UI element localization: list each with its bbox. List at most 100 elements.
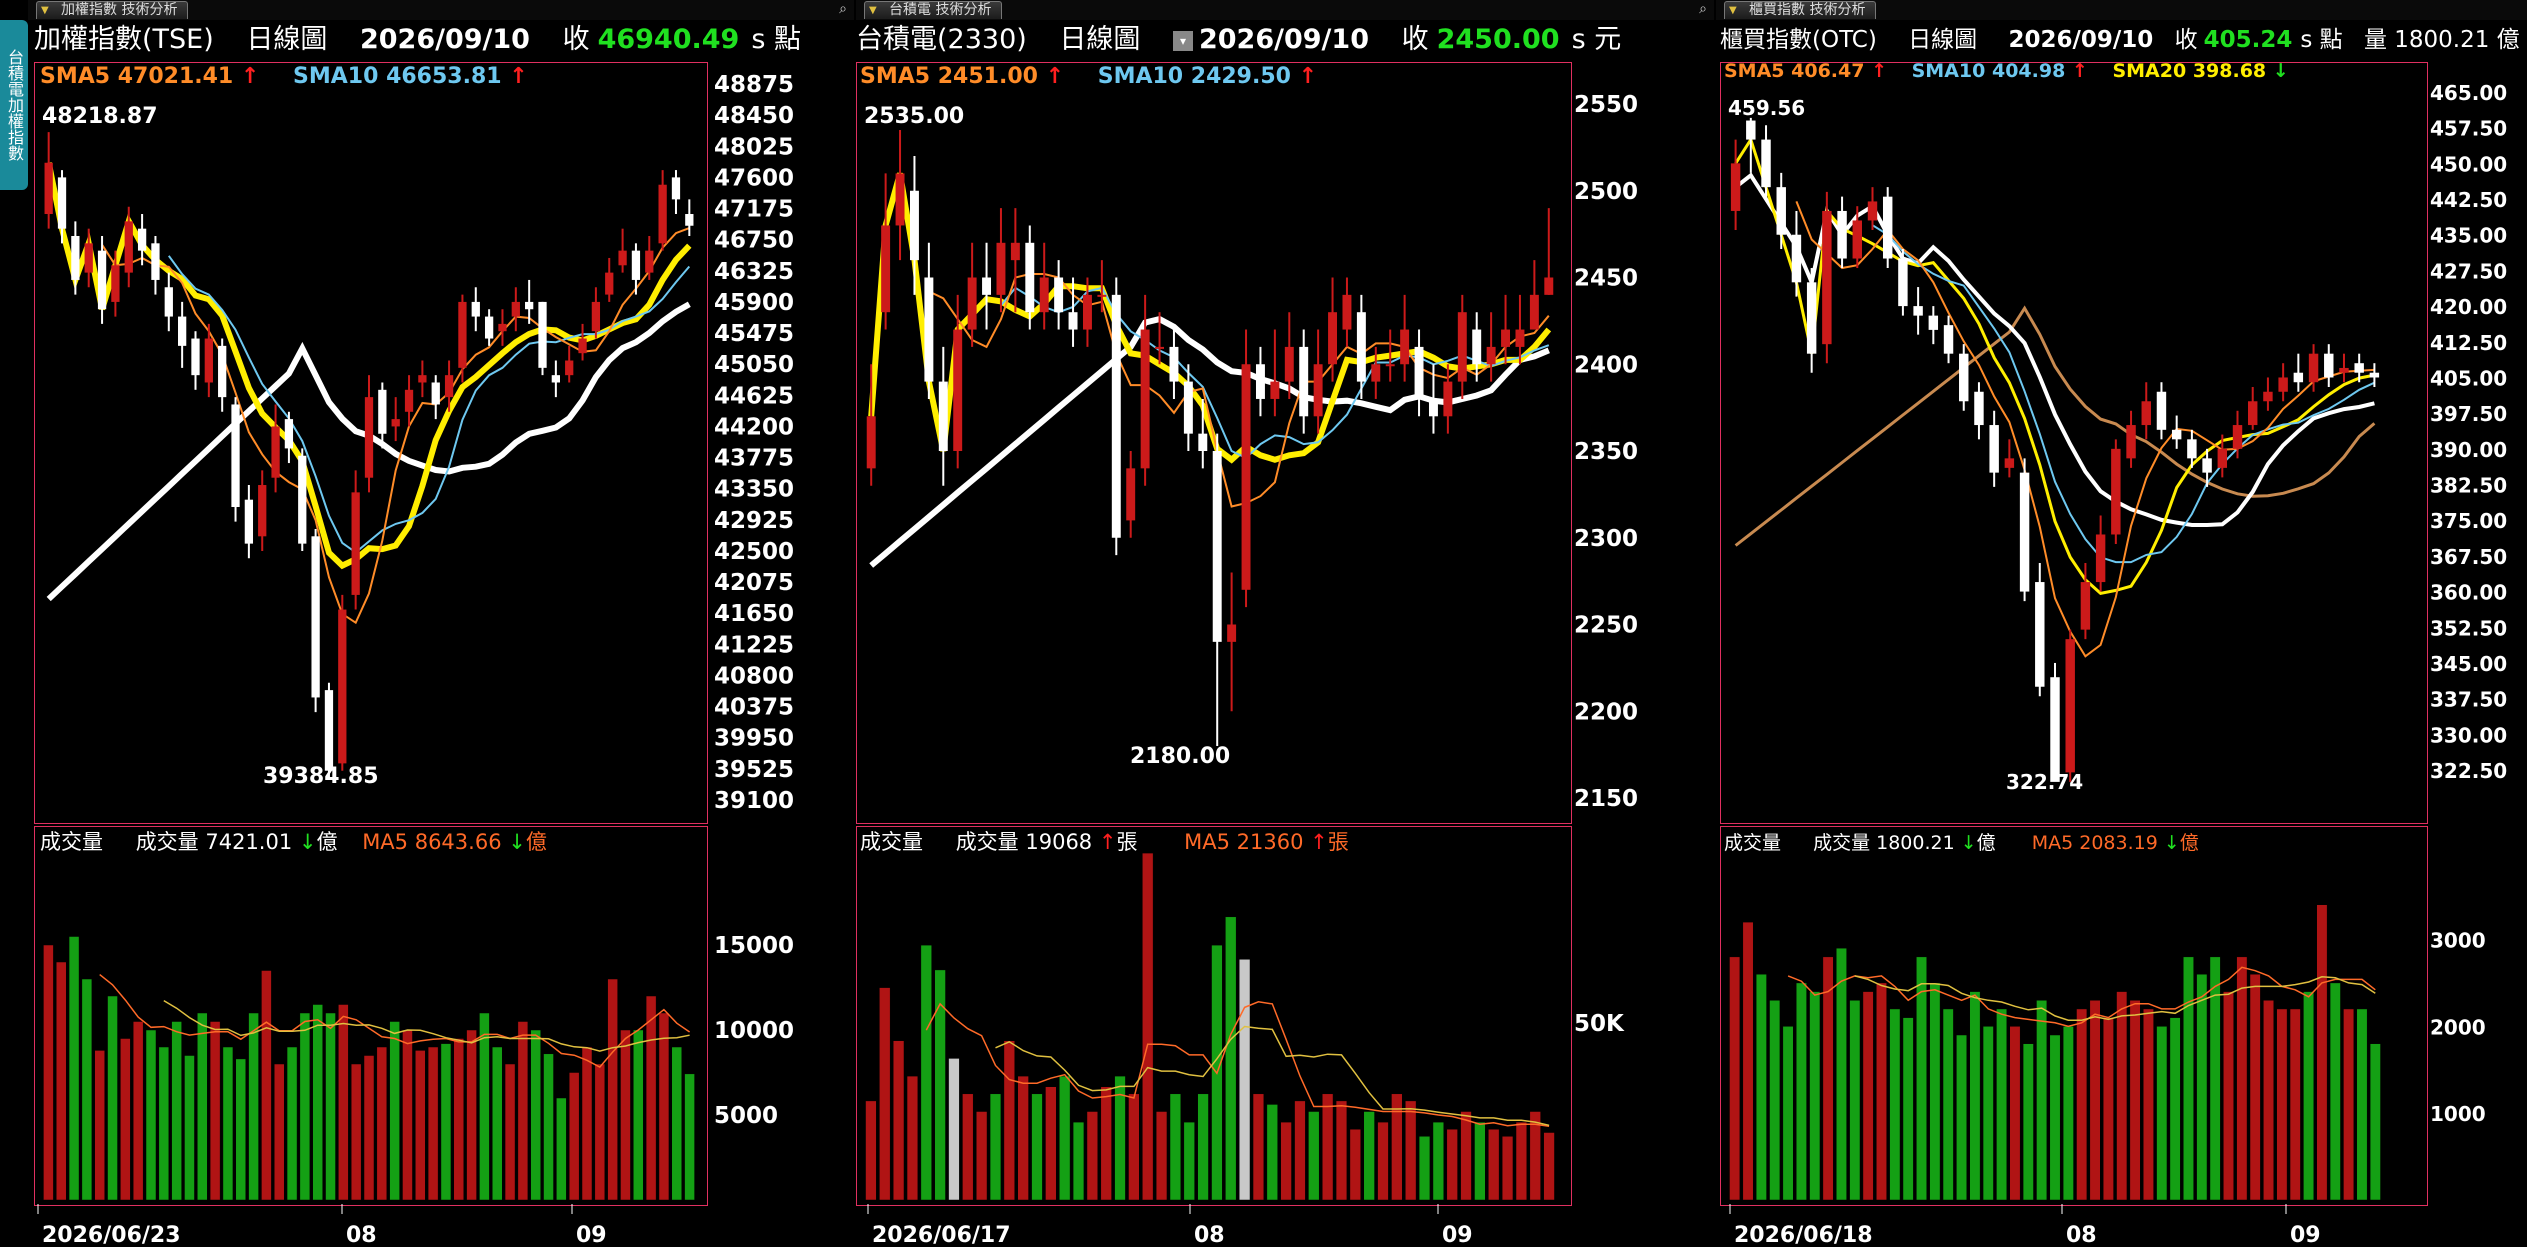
volume-bar [989, 1093, 1002, 1201]
y-tick-label: 2250 [1574, 613, 1638, 639]
candle-body [298, 455, 307, 544]
candle-body [2095, 534, 2106, 583]
candle-body [1428, 398, 1438, 417]
volume-bar [312, 1004, 323, 1201]
volume-bar [1377, 1121, 1389, 1201]
candle-body [671, 177, 681, 200]
candle-body [2141, 401, 2151, 426]
y-tick-label: 2150 [1574, 786, 1638, 812]
volume-bar [491, 1046, 503, 1201]
candle-body [551, 375, 560, 383]
volume-bar [1474, 1121, 1486, 1201]
candle-body [2050, 677, 2060, 782]
sidebar-tab[interactable]: 台積電加權指數 [0, 20, 28, 190]
volume-bar [684, 1073, 695, 1201]
candle-body [124, 221, 133, 273]
candle-body [2263, 391, 2273, 402]
y-tick-label: 45900 [714, 290, 794, 316]
y-tick-label: 40375 [714, 695, 794, 721]
volume-bar [1889, 1008, 1901, 1201]
x-tick-label: 2026/06/17 [872, 1223, 1011, 1247]
volume-bar [389, 1021, 400, 1201]
volume-bar [2249, 973, 2261, 1201]
volume-bar [2329, 982, 2341, 1201]
candle-body [1183, 381, 1193, 434]
y-tick-label: 2300 [1574, 526, 1638, 552]
y-tick-label: 450.00 [2430, 152, 2507, 176]
y-tick-label: 39950 [714, 726, 794, 752]
candle-body [1313, 364, 1323, 417]
volume-bar [920, 944, 932, 1201]
y-tick-label: 390.00 [2430, 438, 2507, 462]
y-tick-label: 382.50 [2430, 474, 2507, 498]
volume-bar [209, 1021, 221, 1201]
candle-body [2232, 425, 2243, 449]
volume-bar [1460, 1111, 1472, 1201]
candle-body [324, 690, 334, 771]
candle-body [178, 316, 187, 346]
volume-bar [2263, 1000, 2275, 1201]
candle-body [1068, 312, 1078, 330]
candle-body [658, 184, 667, 244]
y-tick-label: 39525 [714, 757, 794, 783]
candle-body [431, 382, 440, 405]
candle-body [1746, 120, 1756, 140]
volume-bar [1849, 1000, 1861, 1201]
candle-body [1385, 364, 1395, 367]
y-tick-label: 2200 [1574, 699, 1638, 725]
candle-body [866, 416, 876, 469]
volume-bar [2196, 973, 2208, 1201]
candle-body [2354, 363, 2364, 373]
candle-body [982, 277, 992, 295]
volume-bar [2303, 991, 2315, 1201]
candle-body [2293, 372, 2304, 383]
volume-bar [1335, 1100, 1348, 1201]
candle-body [484, 316, 494, 339]
volume-bar [440, 1043, 452, 1201]
candle-body [1867, 201, 1878, 221]
candle-body [618, 250, 627, 266]
volume-bar [2236, 956, 2248, 1201]
y-tick-label: 46325 [714, 259, 794, 285]
candle-body [444, 375, 454, 398]
candle-body [164, 287, 173, 317]
candle-body [1882, 196, 1893, 259]
candle-body [511, 301, 520, 317]
candle-body [1457, 312, 1467, 382]
y-tick-label: 405.00 [2430, 366, 2507, 390]
candle-body [2369, 372, 2380, 378]
candle-body [525, 301, 534, 310]
candle-body [1227, 624, 1237, 642]
volume-bar [1197, 1093, 1209, 1201]
volume-bar [427, 1046, 439, 1201]
candle-body [1082, 294, 1092, 330]
sma5-line [928, 273, 1550, 508]
volume-bar [1488, 1128, 1500, 1201]
volume-bar [671, 1046, 683, 1201]
volume-bar [1294, 1100, 1306, 1201]
volume-bar [658, 1012, 670, 1201]
y-tick-label: 360.00 [2430, 581, 2507, 605]
volume-bar [1543, 1132, 1555, 1201]
volume-bar [43, 944, 54, 1201]
y-tick-label: 40800 [714, 663, 794, 689]
y-tick-label: 397.50 [2430, 402, 2507, 426]
candle-body [1241, 364, 1251, 590]
volume-bar [948, 1058, 960, 1201]
candle-body [1111, 294, 1121, 538]
x-tick-label: 09 [576, 1223, 607, 1247]
candle-body [258, 485, 267, 537]
candle-body [391, 419, 400, 427]
volume-bar [1755, 973, 1767, 1201]
volume-bar [2369, 1043, 2381, 1201]
volume-bar [466, 1029, 477, 1201]
panel-tse: ▼ 加權指數 技術分析 ⌕ 加權指數(TSE) 日線圖 2026/09/10 收4… [28, 0, 854, 1247]
volume-bar [1929, 982, 1941, 1201]
candle-body [1025, 242, 1035, 313]
candle-body [2187, 439, 2197, 459]
candle-body [2156, 391, 2167, 430]
volume-bar [68, 936, 80, 1201]
volume-bar [1349, 1128, 1361, 1201]
candle-body [1837, 210, 1847, 259]
candle-body [2202, 458, 2212, 473]
